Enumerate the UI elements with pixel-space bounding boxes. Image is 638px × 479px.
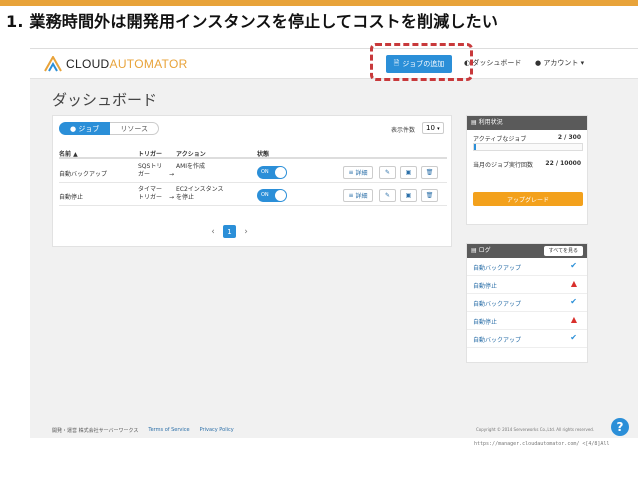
chart-icon: ▤ xyxy=(471,119,479,126)
delete-button[interactable]: 🗑 xyxy=(421,166,438,179)
job-trigger: SQSトリガー xyxy=(138,163,163,178)
prev-page-button[interactable]: ‹ xyxy=(208,227,218,237)
tab-jobs[interactable]: ● ジョブ xyxy=(59,122,111,135)
pagination: ‹ 1 › xyxy=(208,225,251,238)
status-toggle[interactable]: ON xyxy=(257,166,287,179)
see-all-button[interactable]: すべてを見る xyxy=(543,246,583,256)
trash-icon: 🗑 xyxy=(425,192,434,199)
per-page-select[interactable]: 10 ▾ xyxy=(422,122,444,134)
slide-title: 1. 業務時間外は開発用インスタンスを停止してコストを削減したい xyxy=(6,12,499,31)
list-icon: ≡ xyxy=(348,169,356,176)
detail-button[interactable]: ≡ 詳細 xyxy=(343,166,373,179)
log-item-link[interactable]: 自動バックアップ xyxy=(473,335,521,344)
tab-bar: ● ジョブ リソース xyxy=(59,122,159,135)
image-icon: ▣ xyxy=(405,192,412,199)
log-item-link[interactable]: 自動バックアップ xyxy=(473,263,521,272)
log-icon: ▤ xyxy=(471,247,479,254)
col-action[interactable]: アクション xyxy=(176,149,206,158)
status-toggle[interactable]: ON xyxy=(257,189,287,202)
per-page-label: 表示件数 xyxy=(391,127,416,134)
image-button[interactable]: ▣ xyxy=(400,166,417,179)
log-item-link[interactable]: 自動停止 xyxy=(473,317,497,326)
check-icon: ✔ xyxy=(570,261,577,270)
check-icon: ✔ xyxy=(570,297,577,306)
job-name[interactable]: 自動停止 xyxy=(59,192,83,201)
log-item: 自動停止 ▲ xyxy=(467,312,587,330)
edit-icon: ✎ xyxy=(384,192,391,199)
log-item: 自動バックアップ ✔ xyxy=(467,258,587,276)
table-row: 自動停止 タイマートリガー → EC2インスタンスを停止 ON ≡ 詳細 ✎ ▣… xyxy=(59,184,447,206)
job-action: EC2インスタンスを停止 xyxy=(176,186,224,201)
col-status[interactable]: 状態 xyxy=(257,149,269,158)
active-jobs-usage: アクティブなジョブ 2 / 300 xyxy=(467,130,587,156)
next-page-button[interactable]: › xyxy=(241,227,251,237)
col-trigger[interactable]: トリガー xyxy=(138,149,162,158)
logo-text: CLOUDAUTOMATOR xyxy=(66,57,188,71)
status-url: https://manager.cloudautomator.com/ <[4/… xyxy=(474,441,610,447)
jobs-panel: ● ジョブ リソース 表示件数 10 ▾ 名前 ▲ トリガー アクション 状態 … xyxy=(52,115,452,247)
log-item-link[interactable]: 自動停止 xyxy=(473,281,497,290)
tab-resources[interactable]: リソース xyxy=(110,122,159,135)
footer-terms-link[interactable]: Terms of Service xyxy=(148,427,189,434)
page-title: ダッシュボード xyxy=(52,91,158,109)
logo[interactable]: CLOUDAUTOMATOR xyxy=(44,54,188,72)
log-item-link[interactable]: 自動バックアップ xyxy=(473,299,521,308)
active-jobs-bar xyxy=(473,143,583,151)
list-icon: ≡ xyxy=(348,192,356,199)
log-item: 自動バックアップ ✔ xyxy=(467,294,587,312)
app-window: CLOUDAUTOMATOR 🗎 ジョブの追加 ◐ ダッシュボード ● アカウン… xyxy=(30,43,638,438)
edit-button[interactable]: ✎ xyxy=(379,189,396,202)
trash-icon: 🗑 xyxy=(425,169,434,176)
detail-button[interactable]: ≡ 詳細 xyxy=(343,189,373,202)
logo-icon xyxy=(44,54,62,72)
arrow-icon: → xyxy=(169,194,175,201)
warning-icon: ▲ xyxy=(570,315,577,324)
edit-button[interactable]: ✎ xyxy=(379,166,396,179)
job-action: AMIを作成 xyxy=(176,163,206,170)
usage-header: ▤ 利用状況 xyxy=(467,116,587,130)
nav-account[interactable]: ● アカウント ▾ xyxy=(535,58,584,68)
monthly-runs-usage: 当月のジョブ実行回数 22 / 10000 xyxy=(473,160,581,169)
image-icon: ▣ xyxy=(405,169,412,176)
delete-button[interactable]: 🗑 xyxy=(421,189,438,202)
check-icon: ✔ xyxy=(570,333,577,342)
image-button[interactable]: ▣ xyxy=(400,189,417,202)
upgrade-button[interactable]: アップグレード xyxy=(473,192,583,206)
footer-company: 開発・運営 株式会社サーバーワークス xyxy=(52,428,139,434)
log-header: ▤ ログ すべてを見る xyxy=(467,244,587,258)
help-button[interactable]: ? xyxy=(611,418,629,436)
app-header: CLOUDAUTOMATOR 🗎 ジョブの追加 ◐ ダッシュボード ● アカウン… xyxy=(30,43,638,81)
footer-copyright: Copyright © 2014 Serverworks Co.,Ltd. Al… xyxy=(476,427,595,432)
table-row: 自動バックアップ SQSトリガー → AMIを作成 ON ≡ 詳細 ✎ ▣ 🗑 xyxy=(59,161,447,183)
job-trigger: タイマートリガー xyxy=(138,186,163,201)
job-name[interactable]: 自動バックアップ xyxy=(59,169,107,178)
page-button-current[interactable]: 1 xyxy=(223,225,236,238)
arrow-icon: → xyxy=(169,171,175,178)
log-panel: ▤ ログ すべてを見る 自動バックアップ ✔ 自動停止 ▲ 自動バックアップ ✔ 自動停止 ▲… xyxy=(466,243,588,363)
log-item: 自動バックアップ ✔ xyxy=(467,330,587,348)
table-header: 名前 ▲ トリガー アクション 状態 xyxy=(59,147,447,159)
col-name[interactable]: 名前 ▲ xyxy=(59,149,78,158)
slide-top-bar xyxy=(0,0,638,6)
footer: 開発・運営 株式会社サーバーワークス Terms of Service Priv… xyxy=(52,427,234,434)
highlight-frame xyxy=(370,43,473,81)
log-item: 自動停止 ▲ xyxy=(467,276,587,294)
chevron-down-icon: ▾ xyxy=(437,126,440,132)
warning-icon: ▲ xyxy=(570,279,577,288)
nav-dashboard[interactable]: ◐ ダッシュボード xyxy=(464,58,521,68)
usage-panel: ▤ 利用状況 アクティブなジョブ 2 / 300 当月のジョブ実行回数 22 /… xyxy=(466,115,588,225)
footer-privacy-link[interactable]: Privacy Policy xyxy=(200,427,234,434)
edit-icon: ✎ xyxy=(384,169,391,176)
